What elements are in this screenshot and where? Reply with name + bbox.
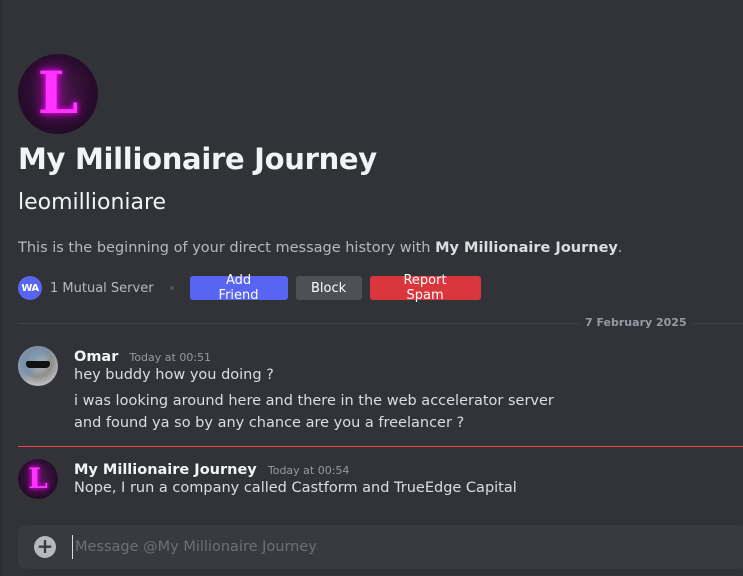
message-text: Nope, I run a company called Castform an… xyxy=(74,480,517,496)
username: leomillioniare xyxy=(18,190,167,215)
message-header: Omar Today at 00:51 xyxy=(74,346,211,365)
dm-header: L xyxy=(18,54,738,134)
mutual-servers-link[interactable]: 1 Mutual Server xyxy=(50,281,154,296)
avatar[interactable] xyxy=(18,346,58,386)
intro-prefix: This is the beginning of your direct mes… xyxy=(18,240,436,256)
message-item[interactable]: Omar Today at 00:51 hey buddy how you do… xyxy=(18,346,743,436)
message-timestamp: Today at 00:54 xyxy=(267,464,350,477)
report-spam-button[interactable]: Report Spam xyxy=(369,273,481,303)
dm-intro-text: This is the beginning of your direct mes… xyxy=(18,240,622,256)
message-timestamp: Today at 00:51 xyxy=(129,351,212,364)
message-text: i was looking around here and there in t… xyxy=(74,393,554,409)
avatar[interactable]: L xyxy=(18,459,58,499)
message-author[interactable]: Omar xyxy=(74,349,118,365)
avatar-letter: L xyxy=(37,59,79,127)
avatar-letter: L xyxy=(28,462,48,495)
block-button[interactable]: Block xyxy=(295,276,362,300)
message-text: hey buddy how you doing ? xyxy=(74,367,274,383)
page-title: My Millionaire Journey xyxy=(18,142,377,176)
intro-name: My Millionaire Journey xyxy=(435,240,618,256)
separator-dot xyxy=(169,286,174,290)
intro-suffix: . xyxy=(617,240,623,256)
sunglasses-icon xyxy=(26,361,50,368)
window-edge xyxy=(0,0,2,576)
message-composer: + xyxy=(18,525,743,569)
message-author[interactable]: My Millionaire Journey xyxy=(74,462,257,478)
message-input[interactable] xyxy=(72,535,735,559)
date-divider-label: 7 February 2025 xyxy=(579,316,693,329)
add-attachment-button[interactable]: + xyxy=(34,536,56,558)
plus-icon: + xyxy=(36,534,54,558)
mutual-server-icon[interactable]: WA xyxy=(18,276,42,300)
add-friend-button[interactable]: Add Friend xyxy=(189,273,288,303)
profile-actions: WA 1 Mutual Server Add Friend Block Repo… xyxy=(18,273,489,303)
message-item[interactable]: L My Millionaire Journey Today at 00:54 … xyxy=(18,459,743,503)
message-header: My Millionaire Journey Today at 00:54 xyxy=(74,459,349,478)
message-text: and found ya so by any chance are you a … xyxy=(74,415,465,431)
profile-avatar[interactable]: L xyxy=(18,54,98,134)
new-messages-divider xyxy=(18,446,743,447)
